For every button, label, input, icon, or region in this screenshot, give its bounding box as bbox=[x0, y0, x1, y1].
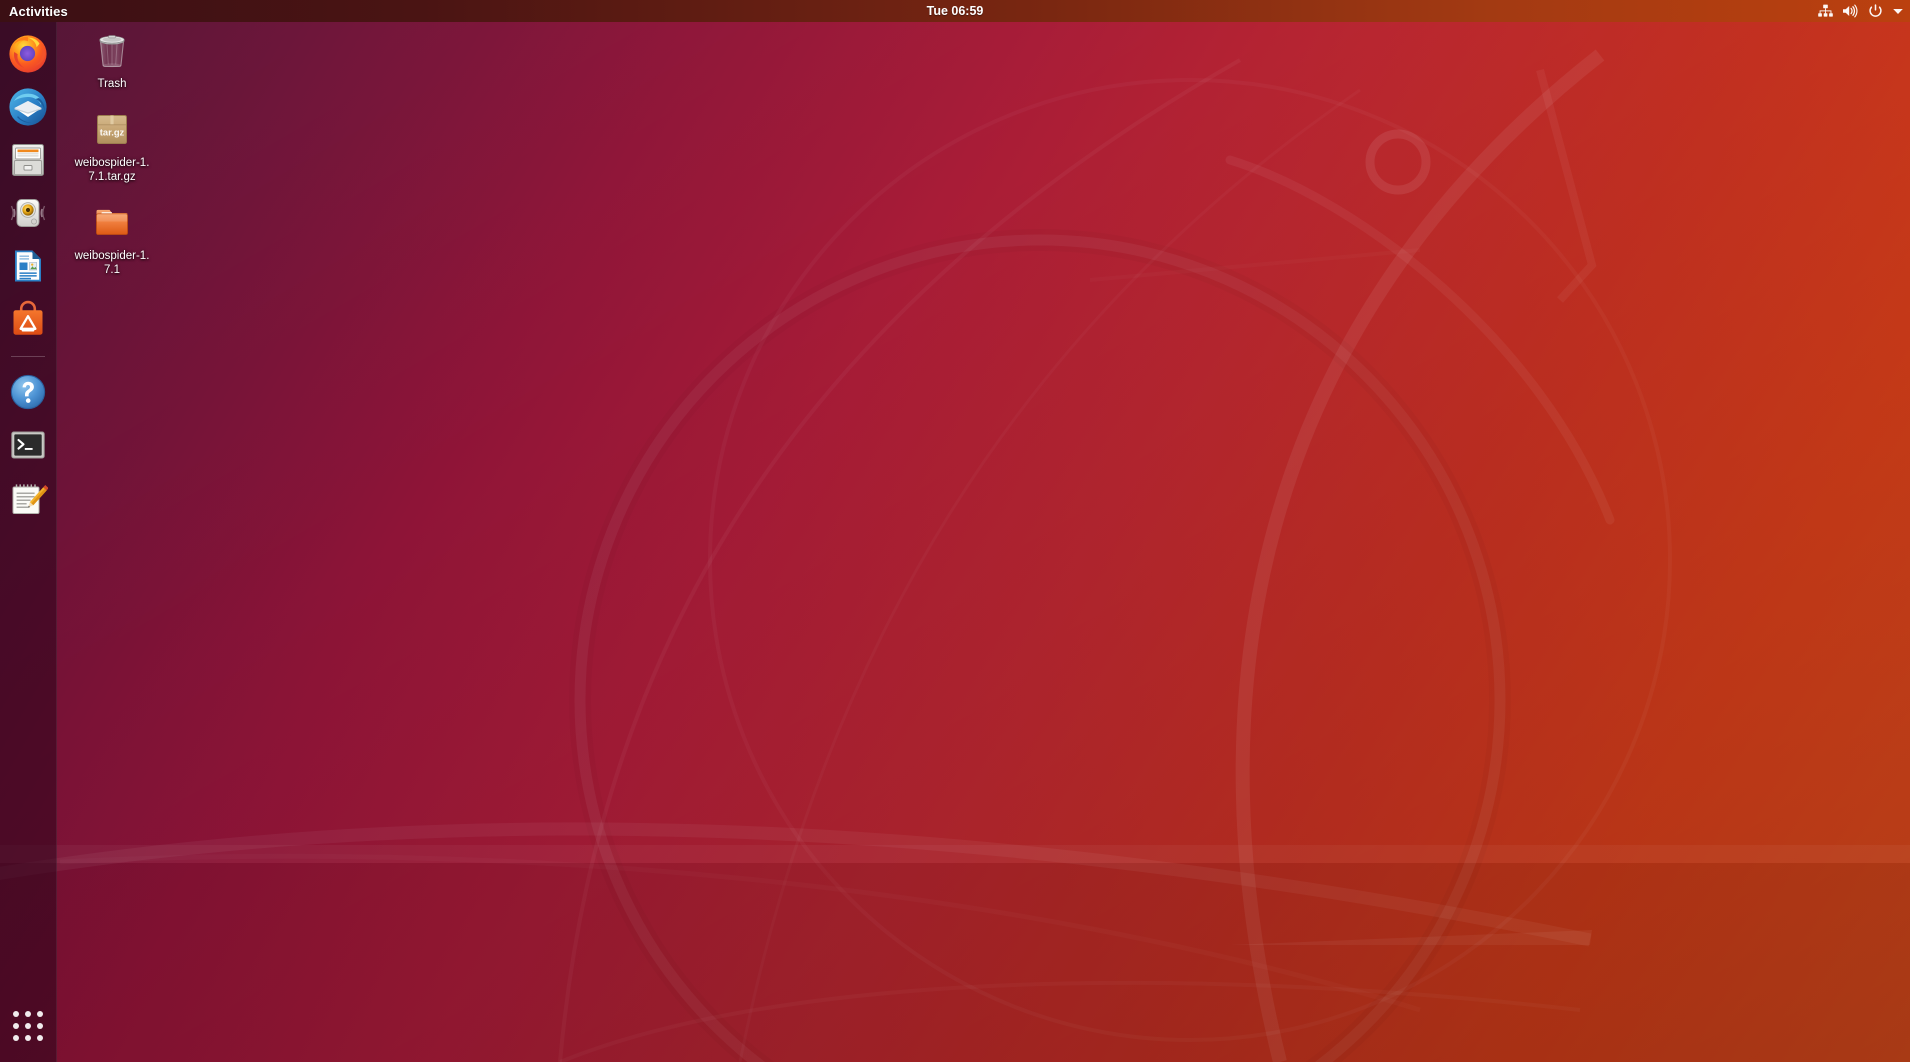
dock-item-thunderbird[interactable] bbox=[6, 85, 50, 129]
show-applications-button[interactable] bbox=[6, 1004, 50, 1048]
desktop-icon-archive[interactable]: tar.gz weibospider-1.7.1.tar.gz bbox=[70, 105, 154, 184]
dock-item-firefox[interactable] bbox=[6, 32, 50, 76]
dock-item-help[interactable] bbox=[6, 370, 50, 414]
desktop-icon-label: weibospider-1.7.1.tar.gz bbox=[74, 157, 150, 183]
svg-text:tar.gz: tar.gz bbox=[100, 127, 125, 138]
folder-icon bbox=[88, 198, 136, 246]
volume-icon[interactable] bbox=[1842, 4, 1859, 18]
chevron-down-icon[interactable] bbox=[1892, 6, 1904, 16]
wallpaper-artwork bbox=[0, 49, 1910, 1062]
desktop-icon-folder[interactable]: weibospider-1.7.1 bbox=[70, 198, 154, 277]
desktop-icon-label: Trash bbox=[97, 78, 127, 90]
desktop-icon-area: Trash tar.gz weibospider-1.7.1.tar.gz we… bbox=[62, 26, 182, 291]
dock-item-software[interactable] bbox=[6, 297, 50, 341]
dock-launcher[interactable] bbox=[0, 22, 57, 1062]
dock-app-list bbox=[6, 22, 50, 520]
top-bar-status-area[interactable] bbox=[1818, 0, 1904, 22]
dock-item-files[interactable] bbox=[6, 138, 50, 182]
desktop-icon-label: weibospider-1.7.1 bbox=[74, 250, 150, 276]
dock-item-writer[interactable] bbox=[6, 244, 50, 288]
tar-gz-archive-icon: tar.gz bbox=[88, 105, 136, 153]
dock-separator bbox=[11, 356, 45, 357]
apps-grid-icon bbox=[13, 1011, 43, 1041]
activities-button[interactable]: Activities bbox=[9, 4, 68, 19]
top-bar: Activities Tue 06:59 bbox=[0, 0, 1910, 22]
top-bar-center: Tue 06:59 bbox=[0, 0, 1910, 22]
dock-item-terminal[interactable] bbox=[6, 423, 50, 467]
dock-item-rhythmbox[interactable] bbox=[6, 191, 50, 235]
desktop-icon-trash[interactable]: Trash bbox=[70, 26, 154, 91]
top-bar-left: Activities bbox=[0, 4, 68, 19]
dock-item-text-editor[interactable] bbox=[6, 476, 50, 520]
trash-bin-icon bbox=[88, 26, 136, 74]
power-icon[interactable] bbox=[1868, 4, 1883, 18]
desktop[interactable]: Activities Tue 06:59 Trash tar.gz weibos… bbox=[0, 0, 1910, 1062]
network-icon[interactable] bbox=[1818, 4, 1833, 18]
clock-datetime-button[interactable]: Tue 06:59 bbox=[927, 4, 984, 18]
